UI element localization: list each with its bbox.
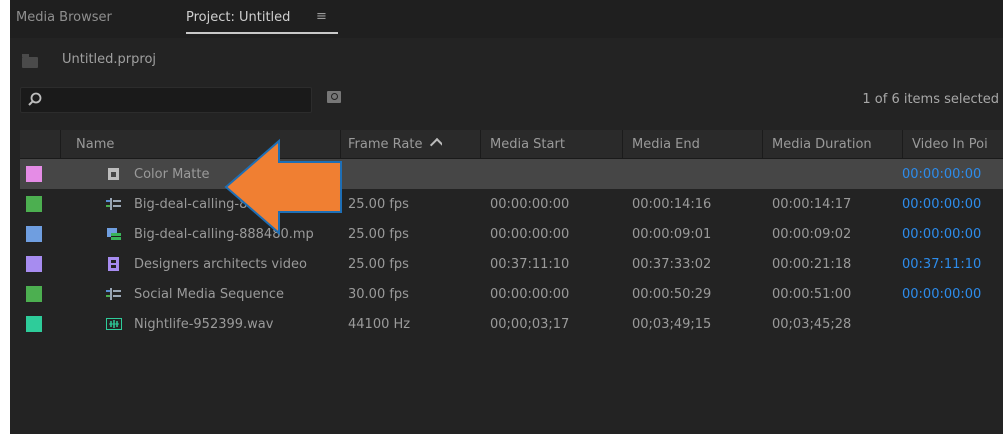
active-tab-indicator (186, 32, 338, 34)
column-header-frame-rate[interactable]: Frame Rate (348, 137, 443, 152)
table-row[interactable]: Big-deal-calling-888480 25.00 fps 00:00:… (20, 189, 1003, 219)
table-row[interactable]: Designers architects video 25.00 fps 00:… (20, 249, 1003, 279)
sequence-icon (106, 198, 121, 210)
tab-project[interactable]: Project: Untitled (186, 10, 290, 25)
table-row[interactable]: Big-deal-calling-888480.mp 25.00 fps 00:… (20, 219, 1003, 249)
panel-tabs: Media Browser Project: Untitled ≡ (10, 0, 1003, 38)
label-color-swatch[interactable] (26, 196, 42, 212)
table-row[interactable]: Social Media Sequence 30.00 fps 00:00:00… (20, 279, 1003, 309)
table-header: Name Frame Rate Media Start Media End Me… (20, 130, 1003, 159)
project-path: Untitled.prproj (62, 52, 157, 67)
items-selected-count: 1 of 6 items selected (862, 92, 999, 107)
search-input[interactable] (20, 87, 312, 113)
column-header-media-start[interactable]: Media Start (490, 137, 565, 152)
tab-media-browser[interactable]: Media Browser (16, 10, 112, 25)
column-header-video-in-point[interactable]: Video In Poi (912, 137, 1003, 152)
project-folder-icon (22, 54, 38, 68)
audio-icon (106, 318, 122, 330)
sort-ascending-icon (430, 137, 443, 152)
table-row[interactable]: Color Matte 00:00:00:00 (20, 159, 1003, 189)
project-panel: Media Browser Project: Untitled ≡ Untitl… (10, 0, 1003, 434)
label-color-swatch[interactable] (26, 256, 42, 272)
clip-icon (107, 228, 121, 240)
column-header-media-end[interactable]: Media End (632, 137, 700, 152)
label-color-swatch[interactable] (26, 286, 42, 302)
sequence-icon (106, 288, 121, 300)
annotation-arrow-icon (224, 138, 342, 236)
new-search-bin-icon[interactable] (327, 91, 341, 103)
column-header-name[interactable]: Name (76, 137, 114, 152)
search-icon (28, 92, 42, 106)
column-header-media-duration[interactable]: Media Duration (772, 137, 872, 152)
label-color-swatch[interactable] (26, 226, 42, 242)
table-row[interactable]: Nightlife-952399.wav 44100 Hz 00;00;03;1… (20, 309, 1003, 339)
label-color-swatch[interactable] (26, 316, 42, 332)
panel-menu-icon[interactable]: ≡ (316, 9, 327, 24)
label-color-swatch[interactable] (26, 166, 42, 182)
video-icon (108, 257, 119, 271)
color-matte-icon (108, 168, 119, 180)
